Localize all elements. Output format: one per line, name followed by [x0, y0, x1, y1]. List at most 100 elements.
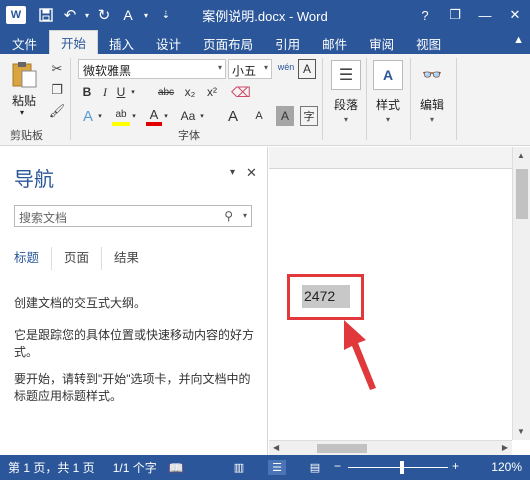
scroll-left-icon[interactable]: ◀: [273, 443, 279, 452]
vertical-scrollbar[interactable]: ▲ ▼: [512, 147, 530, 440]
font-size-value: 小五: [232, 64, 257, 78]
tab-file[interactable]: 文件: [0, 32, 50, 54]
character-shading-button[interactable]: A: [276, 106, 294, 126]
underline-button[interactable]: U: [114, 82, 128, 102]
word-count[interactable]: 1/1 个字: [113, 459, 157, 476]
title-bar: W ↶ ▾ ↻ A ▾ ⇣ 案例说明.docx - Word ? ❐ — ✕: [0, 0, 530, 30]
change-case-dropdown-icon[interactable]: ▾: [198, 106, 206, 126]
ribbon-display-button[interactable]: ❐: [440, 0, 470, 30]
horizontal-scroll-thumb[interactable]: [317, 444, 367, 453]
clear-formatting-icon[interactable]: ⌫: [231, 82, 251, 102]
help-button[interactable]: ?: [410, 0, 440, 30]
web-layout-icon[interactable]: ▤: [306, 460, 324, 475]
paste-dropdown-icon[interactable]: ▾: [20, 108, 24, 117]
status-bar: 第 1 页，共 1 页 1/1 个字 📖 ▥ ☰ ▤ − + 120%: [0, 455, 530, 480]
tab-mailings[interactable]: 邮件: [311, 32, 358, 54]
customize-quick-access-icon[interactable]: ⇣: [154, 3, 178, 27]
paragraph-dropdown-icon: ▾: [343, 115, 348, 124]
document-margin-top: [269, 147, 512, 169]
font-style-quick-icon[interactable]: A: [116, 3, 140, 27]
binoculars-icon: 👓: [422, 67, 442, 84]
zoom-out-icon[interactable]: −: [334, 459, 341, 473]
enclose-characters-icon[interactable]: 字: [300, 106, 318, 126]
bold-button[interactable]: B: [80, 82, 94, 102]
search-icon[interactable]: ⚲: [224, 209, 233, 223]
subscript-button[interactable]: x₂: [182, 82, 198, 102]
zoom-slider[interactable]: [348, 467, 448, 468]
nav-tab-headings[interactable]: 标题: [14, 247, 53, 270]
vertical-scroll-thumb[interactable]: [516, 169, 528, 219]
save-icon[interactable]: [34, 3, 58, 27]
change-case-button[interactable]: Aa: [178, 106, 198, 126]
nav-tabs: 标题 页面 结果: [14, 247, 163, 270]
scroll-right-icon[interactable]: ▶: [502, 443, 508, 452]
undo-dropdown-icon[interactable]: ▾: [82, 3, 92, 27]
grow-font-button[interactable]: A: [226, 106, 240, 126]
format-painter-icon[interactable]: 🖌: [48, 102, 66, 120]
redo-icon[interactable]: ↻: [92, 3, 116, 27]
paste-button[interactable]: 粘贴: [12, 92, 36, 109]
zoom-slider-thumb[interactable]: [400, 461, 404, 474]
horizontal-scrollbar[interactable]: ◀ ▶: [269, 440, 512, 455]
tab-insert[interactable]: 插入: [98, 32, 145, 54]
highlight-dropdown-icon[interactable]: ▾: [130, 106, 138, 126]
copy-icon[interactable]: ❐: [48, 81, 66, 99]
styles-icon: A: [373, 60, 403, 90]
word-app-icon[interactable]: W: [6, 6, 26, 24]
tab-layout[interactable]: 页面布局: [192, 32, 264, 54]
font-color-dropdown-icon[interactable]: ▾: [162, 106, 170, 126]
page-count[interactable]: 第 1 页，共 1 页: [8, 459, 95, 476]
undo-icon[interactable]: ↶: [58, 3, 82, 27]
styles-button[interactable]: A 样式 ▾: [366, 58, 410, 124]
nav-help-text: 创建文档的交互式大纲。: [14, 296, 147, 310]
proofing-icon[interactable]: 📖: [169, 461, 184, 475]
paste-icon[interactable]: [10, 60, 40, 90]
zoom-in-icon[interactable]: +: [452, 459, 459, 473]
font-color-button[interactable]: A: [146, 106, 162, 126]
quick-access-dropdown-icon[interactable]: ▾: [140, 3, 152, 27]
font-size-select[interactable]: 小五 ▾: [228, 59, 272, 79]
paragraph-button[interactable]: ☰ 段落 ▾: [324, 58, 368, 124]
text-effects-dropdown-icon[interactable]: ▾: [96, 106, 104, 126]
group-divider: [70, 58, 71, 140]
text-effects-button[interactable]: A: [80, 106, 96, 126]
nav-options-dropdown-icon[interactable]: ▾: [230, 167, 235, 178]
minimize-button[interactable]: —: [470, 0, 500, 30]
strikethrough-button[interactable]: abc: [156, 82, 176, 102]
tab-references[interactable]: 引用: [264, 32, 311, 54]
scroll-up-icon[interactable]: ▲: [517, 151, 525, 160]
styles-dropdown-icon: ▾: [385, 115, 390, 124]
superscript-button[interactable]: x²: [204, 82, 220, 102]
annotation-box: [287, 274, 364, 320]
annotation-arrow-icon: [344, 320, 376, 390]
shrink-font-button[interactable]: A: [252, 106, 266, 126]
character-border-button[interactable]: A: [298, 59, 316, 79]
nav-search-input[interactable]: 搜索文档 ⚲ ▾: [14, 205, 252, 227]
highlight-color-button[interactable]: ab: [112, 106, 130, 126]
ribbon-tabs: 文件 开始 插入 设计 页面布局 引用 邮件 审阅 视图 ▲: [0, 30, 530, 54]
nav-close-icon[interactable]: ✕: [246, 165, 257, 181]
search-dropdown-icon[interactable]: ▾: [243, 211, 247, 220]
tab-home[interactable]: 开始: [49, 30, 99, 54]
tab-design[interactable]: 设计: [145, 32, 192, 54]
group-divider: [322, 58, 323, 140]
italic-button[interactable]: I: [98, 82, 112, 102]
read-mode-icon[interactable]: ▥: [230, 460, 248, 475]
font-name-select[interactable]: 微软雅黑 ▾: [78, 59, 226, 79]
tab-review[interactable]: 审阅: [358, 32, 405, 54]
paragraph-label: 段落: [333, 98, 358, 112]
print-layout-icon[interactable]: ☰: [268, 460, 286, 475]
underline-dropdown-icon[interactable]: ▾: [128, 82, 138, 102]
scroll-down-icon[interactable]: ▼: [517, 427, 525, 436]
close-button[interactable]: ✕: [500, 0, 530, 30]
clipboard-group-label: 剪贴板: [10, 130, 43, 142]
nav-tab-results[interactable]: 结果: [114, 247, 151, 270]
ribbon-collapse-icon[interactable]: ▲: [513, 34, 524, 46]
nav-tab-pages[interactable]: 页面: [64, 247, 103, 270]
zoom-level[interactable]: 120%: [491, 460, 522, 474]
phonetic-guide-button[interactable]: wén: [275, 57, 297, 77]
tab-view[interactable]: 视图: [405, 32, 452, 54]
font-name-value: 微软雅黑: [83, 64, 132, 78]
editing-button[interactable]: 👓 编辑 ▾: [410, 58, 454, 124]
cut-icon[interactable]: ✂: [48, 60, 66, 78]
